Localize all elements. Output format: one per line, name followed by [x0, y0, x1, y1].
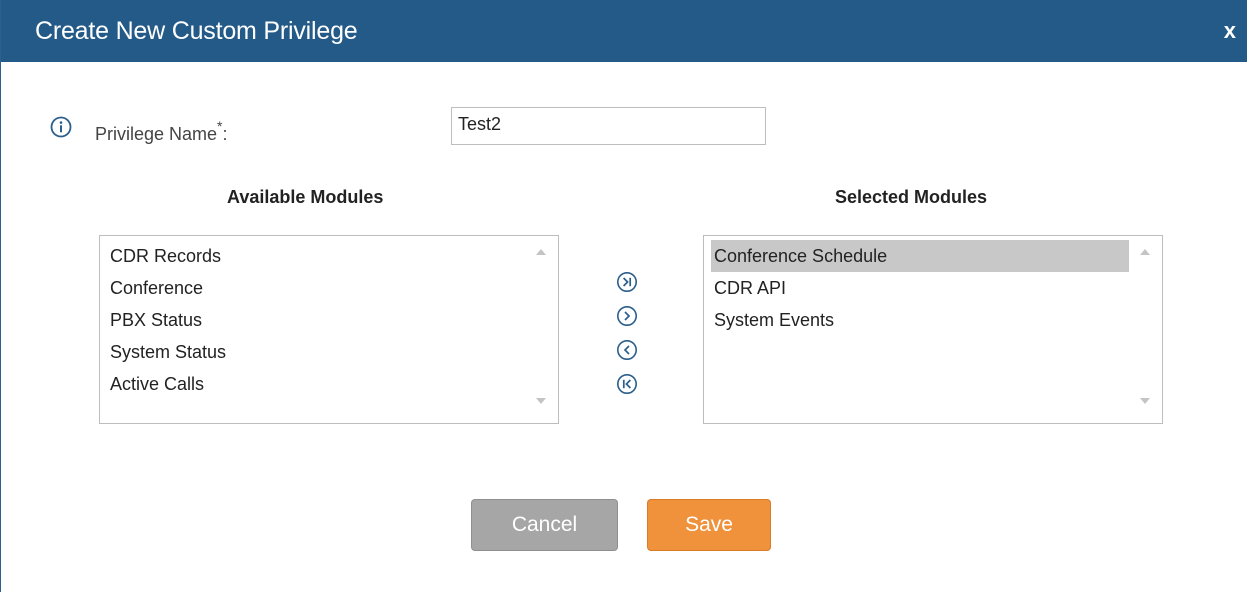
dialog-titlebar: Create New Custom Privilege x — [1, 0, 1247, 62]
scroll-down-arrow[interactable] — [536, 398, 546, 404]
selected-module-item[interactable]: System Events — [711, 304, 1129, 336]
available-module-item[interactable]: CDR Records — [107, 240, 525, 272]
circle-chevron-bar-right-icon[interactable] — [616, 271, 638, 293]
selected-module-item[interactable]: CDR API — [711, 272, 1129, 304]
available-module-item[interactable]: Active Calls — [107, 368, 525, 400]
dialog-title: Create New Custom Privilege — [35, 17, 358, 45]
circle-chevron-bar-left-icon[interactable] — [616, 373, 638, 395]
available-modules-heading: Available Modules — [227, 187, 384, 207]
close-button[interactable]: x — [1224, 17, 1236, 45]
required-marker: * — [217, 118, 223, 134]
circle-chevron-left-icon[interactable] — [616, 339, 638, 361]
cancel-button[interactable]: Cancel — [471, 499, 618, 551]
scroll-up-arrow[interactable] — [1140, 249, 1150, 255]
privilege-name-input[interactable] — [451, 107, 766, 145]
save-button[interactable]: Save — [647, 499, 771, 551]
available-modules-list[interactable]: CDR Records Conference PBX Status System… — [99, 235, 559, 424]
label-suffix: : — [222, 124, 228, 144]
create-privilege-dialog: Create New Custom Privilege x Privilege … — [0, 0, 1247, 592]
available-module-item[interactable]: Conference — [107, 272, 525, 304]
privilege-name-label-text: Privilege Name — [95, 124, 218, 144]
selected-module-item[interactable]: Conference Schedule — [711, 240, 1129, 272]
selected-modules-list[interactable]: Conference Schedule CDR API System Event… — [703, 235, 1163, 424]
privilege-name-label: Privilege Name*: — [95, 117, 228, 145]
scroll-down-arrow[interactable] — [1140, 398, 1150, 404]
available-module-item[interactable]: System Status — [107, 336, 525, 368]
info-icon[interactable] — [50, 116, 72, 138]
circle-chevron-right-icon[interactable] — [616, 305, 638, 327]
available-module-item[interactable]: PBX Status — [107, 304, 525, 336]
selected-modules-heading: Selected Modules — [835, 187, 988, 207]
scroll-up-arrow[interactable] — [536, 249, 546, 255]
